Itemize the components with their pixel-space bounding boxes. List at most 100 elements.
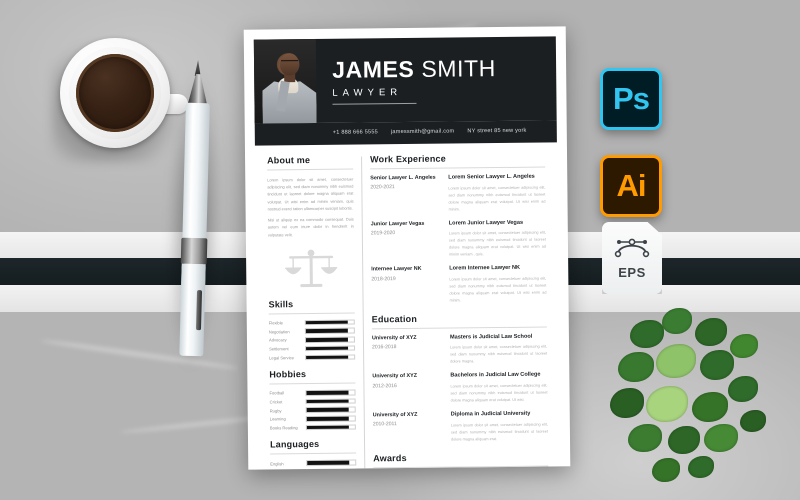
hobby-track bbox=[305, 389, 356, 396]
education-entry-title: Diploma in Judicial University bbox=[450, 410, 531, 418]
header-text-block: JAMES SMITH LAWYER bbox=[316, 36, 557, 123]
last-name: SMITH bbox=[421, 55, 497, 82]
skill-label: Negotiation bbox=[268, 328, 290, 335]
hobbies-section: Hobbies Football Cricket Rugby Learning … bbox=[269, 369, 356, 431]
education-entry-title: Masters is Judicial Law School bbox=[449, 333, 533, 341]
skill-label: Flexible bbox=[268, 320, 283, 326]
awards-title: Awards bbox=[373, 452, 407, 463]
work-entry-title: Lorem Internee Lawyer NK bbox=[449, 265, 521, 272]
pen-barrel bbox=[179, 263, 206, 357]
skills-title: Skills bbox=[268, 298, 294, 310]
pen-grip-ring bbox=[180, 237, 208, 265]
work-entry: Internee Lawyer NK 2018-2019 Lorem Inter… bbox=[371, 265, 546, 305]
illustrator-label: Ai bbox=[616, 168, 647, 203]
photoshop-label: Ps bbox=[613, 81, 650, 116]
section-rule bbox=[268, 312, 355, 315]
coffee-crema bbox=[76, 54, 154, 132]
hobbies-title: Hobbies bbox=[269, 369, 307, 380]
about-paragraph-1: Lorem ipsum dolor sit amet, consectetuer… bbox=[267, 176, 354, 212]
skill-label: Settlement bbox=[269, 346, 289, 352]
education-title: Education bbox=[371, 313, 418, 325]
language-track bbox=[306, 459, 357, 466]
section-rule bbox=[267, 168, 354, 171]
education-entry-school: University of XYZ bbox=[372, 373, 418, 380]
skill-label: Legal Service bbox=[269, 354, 294, 361]
pen bbox=[163, 60, 224, 375]
work-entry-left: Junior Lawyer Vegas 2019-2020 bbox=[371, 220, 449, 259]
language-row: English bbox=[270, 459, 357, 466]
bezier-pen-path-icon bbox=[614, 238, 650, 258]
hobby-label: Learning bbox=[269, 416, 286, 422]
work-entry-right: Lorem Internee Lawyer NK Lorem ipsum dol… bbox=[449, 265, 546, 305]
skill-row: Negotiation bbox=[268, 327, 355, 335]
education-entry-date: 2016-2018 bbox=[372, 344, 397, 351]
scales-of-justice-icon bbox=[285, 249, 338, 287]
skill-row: Advocacy bbox=[268, 336, 355, 343]
hobby-track bbox=[305, 406, 356, 413]
work-entry: Senior Lawyer L. Angeles 2020-2021 Lorem… bbox=[370, 174, 545, 214]
work-entry-desc: Lorem ipsum dolor sit amet, consectetuer… bbox=[449, 276, 547, 303]
education-entry-title: Bachelors in Judicial Law College bbox=[450, 372, 541, 379]
work-experience-section: Work Experience Senior Lawyer L. Angeles… bbox=[370, 153, 547, 306]
eps-file-badge[interactable]: EPS bbox=[602, 222, 662, 294]
coffee-cup bbox=[52, 38, 188, 162]
hobby-label: Books Reading bbox=[269, 425, 298, 431]
skills-list: Flexible Negotiation Advocacy Settlement… bbox=[268, 319, 356, 361]
skill-track bbox=[305, 354, 356, 361]
section-rule bbox=[370, 166, 546, 170]
hobby-row: Cricket bbox=[270, 398, 356, 404]
skill-row: Legal Service bbox=[269, 354, 356, 361]
work-entry-role: Senior Lawyer L. Angeles bbox=[370, 174, 436, 182]
resume-page-padding: JAMES SMITH LAWYER +1 888 666 5555 james… bbox=[244, 26, 571, 470]
work-entry-date: 2019-2020 bbox=[370, 230, 396, 237]
hobby-track bbox=[305, 415, 356, 422]
language-label: English bbox=[270, 460, 284, 466]
languages-section: Languages English French Spanish bbox=[270, 439, 357, 470]
phone-text: +1 888 666 5555 bbox=[332, 129, 378, 136]
resume-body: About me Lorem ipsum dolor sit amet, con… bbox=[255, 142, 561, 470]
education-entry: University of XYZ 2010-2011 Diploma in J… bbox=[373, 411, 548, 444]
glasses-icon bbox=[281, 60, 299, 66]
education-entry-left: University of XYZ 2012-2016 bbox=[372, 373, 450, 405]
job-title: LAWYER bbox=[332, 86, 417, 105]
illustrator-badge[interactable]: Ai bbox=[600, 155, 662, 217]
languages-title: Languages bbox=[269, 439, 320, 450]
pen-clip bbox=[195, 290, 203, 331]
skill-fill bbox=[306, 355, 349, 360]
section-rule bbox=[269, 382, 356, 385]
hobby-row: Learning bbox=[269, 415, 356, 422]
skill-fill bbox=[305, 329, 349, 334]
resume-document[interactable]: JAMES SMITH LAWYER +1 888 666 5555 james… bbox=[243, 26, 571, 470]
hobby-row: Football bbox=[269, 389, 356, 396]
skills-section: Skills Flexible Negotiation Advocacy Set… bbox=[269, 298, 356, 360]
resume-header: JAMES SMITH LAWYER bbox=[253, 36, 557, 124]
skill-row: Flexible bbox=[269, 319, 355, 325]
hobby-fill bbox=[306, 425, 350, 430]
work-entry-right: Lorem Senior Lawyer L. Angeles Lorem ips… bbox=[448, 174, 545, 214]
profile-photo bbox=[253, 38, 317, 124]
skill-label: Advocacy bbox=[268, 337, 287, 343]
work-entry-date: 2020-2021 bbox=[370, 184, 395, 191]
skill-fill bbox=[306, 346, 349, 351]
resume-left-column: About me Lorem ipsum dolor sit amet, con… bbox=[267, 154, 365, 470]
education-entry-date: 2010-2011 bbox=[372, 421, 397, 428]
work-entry-role: Junior Lawyer Vegas bbox=[370, 220, 425, 227]
hobby-label: Rugby bbox=[269, 407, 282, 414]
work-entry: Junior Lawyer Vegas 2019-2020 Lorem Juni… bbox=[371, 219, 546, 259]
education-entry-right: Bachelors in Judicial Law College Lorem … bbox=[450, 372, 547, 405]
language-fill bbox=[307, 460, 350, 465]
full-name: JAMES SMITH bbox=[332, 55, 556, 83]
work-entry-title: Lorem Senior Lawyer L. Angeles bbox=[448, 173, 535, 181]
about-section: About me Lorem ipsum dolor sit amet, con… bbox=[267, 155, 354, 291]
education-entry-right: Diploma in Judicial University Lorem ips… bbox=[451, 411, 548, 444]
skill-track bbox=[305, 345, 356, 352]
languages-list: English French Spanish German bbox=[270, 459, 357, 470]
skill-track bbox=[304, 319, 355, 326]
email-text: jamessmith@gmail.com bbox=[390, 128, 455, 136]
hobby-label: Cricket bbox=[269, 399, 283, 405]
education-entry-desc: Lorem ipsum dolor sit amet, consectetuer… bbox=[450, 383, 548, 403]
hobby-fill bbox=[306, 399, 349, 404]
work-entry-left: Internee Lawyer NK 2018-2019 bbox=[371, 266, 449, 305]
hobby-label: Football bbox=[269, 390, 285, 396]
photoshop-badge[interactable]: Ps bbox=[600, 68, 662, 130]
